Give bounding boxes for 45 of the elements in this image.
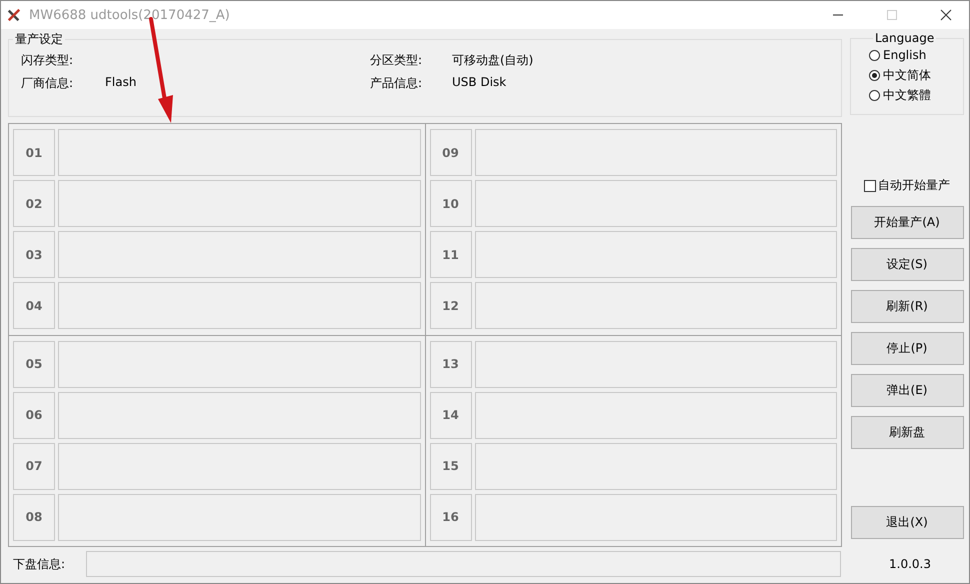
- radio-label[interactable]: 中文繁體: [883, 86, 931, 104]
- close-icon[interactable]: [940, 9, 952, 21]
- port-number: 10: [430, 180, 472, 227]
- port-number: 06: [13, 392, 55, 438]
- port-number: 15: [430, 442, 472, 490]
- action-button[interactable]: 刷新盘: [850, 416, 964, 449]
- group-title: Language: [874, 31, 936, 45]
- action-button[interactable]: 退出(X): [850, 506, 964, 539]
- maximize-icon: [886, 9, 898, 21]
- port-number: 16: [430, 494, 472, 540]
- group-title: 量产设定: [14, 31, 64, 48]
- port-number: 07: [13, 442, 55, 490]
- port-number: 05: [13, 340, 55, 388]
- port-number: 02: [13, 180, 55, 227]
- radio-button[interactable]: [869, 50, 880, 60]
- action-button[interactable]: 设定(S): [850, 248, 964, 281]
- radio-button[interactable]: [869, 90, 880, 100]
- action-button[interactable]: 停止(P): [850, 332, 964, 365]
- field-label: 分区类型:: [370, 52, 424, 69]
- version-text: 1.0.0.3: [889, 557, 931, 571]
- port-number: 09: [430, 129, 472, 176]
- port-number: 01: [13, 129, 55, 176]
- port-number: 14: [430, 392, 472, 438]
- checkbox-label[interactable]: 自动开始量产: [878, 177, 950, 194]
- field-value: USB Disk: [452, 75, 506, 89]
- field-value: 可移动盘(自动): [452, 53, 534, 67]
- radio-button[interactable]: [869, 70, 880, 80]
- field-value: Flash: [105, 75, 136, 89]
- port-number: 03: [13, 231, 55, 278]
- checkbox[interactable]: [864, 180, 876, 192]
- radio-label[interactable]: 中文简体: [883, 66, 931, 84]
- port-number: 08: [13, 494, 55, 540]
- field-label: 闪存类型:: [21, 52, 74, 69]
- port-number: 04: [13, 282, 55, 329]
- port-number: 11: [430, 231, 472, 278]
- action-button[interactable]: 刷新(R): [850, 290, 964, 323]
- port-number: 12: [430, 282, 472, 329]
- field-label: 产品信息:: [370, 75, 424, 92]
- field-label: 厂商信息:: [21, 75, 74, 92]
- radio-label[interactable]: English: [883, 48, 926, 62]
- port-number: 13: [430, 340, 472, 388]
- status-label: 下盘信息:: [13, 556, 66, 572]
- action-button[interactable]: 弹出(E): [850, 374, 964, 407]
- action-button[interactable]: 开始量产(A): [850, 206, 964, 239]
- window-title: MW6688 udtools(20170427_A): [29, 8, 230, 22]
